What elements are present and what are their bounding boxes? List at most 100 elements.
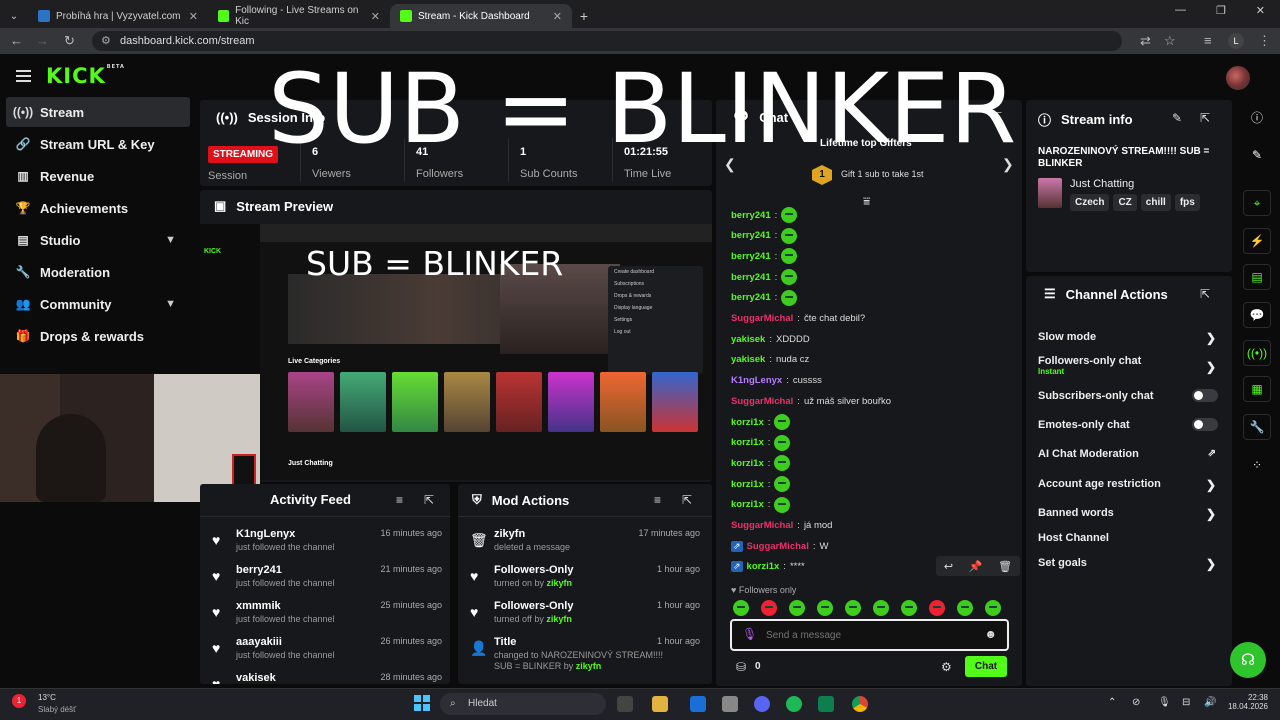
emote[interactable] [733, 600, 749, 616]
chat-username[interactable]: SuggarMichal [747, 541, 809, 552]
taskbar-clock[interactable]: 22:38 18.04.2026 [1224, 693, 1268, 711]
network-icon[interactable]: ⊟ [1182, 697, 1190, 708]
delete-icon[interactable]: 🗑 [998, 560, 1012, 573]
chat-message[interactable]: berry241: [731, 268, 798, 286]
microphone-icon[interactable]: 🎙 [742, 627, 757, 641]
mod-by[interactable]: zikyfn [576, 661, 602, 671]
activity-name[interactable]: vakisek [236, 672, 276, 684]
edit-pencil-icon[interactable]: ✎ [1243, 142, 1271, 168]
weather-temp[interactable]: 13°C [38, 693, 56, 702]
sidebar-item-achievements[interactable]: 🏆 Achievements [6, 193, 190, 223]
filter-icon[interactable]: ≡ [396, 493, 403, 507]
chat-username[interactable]: berry241 [731, 251, 771, 262]
gift-prompt[interactable]: Gift 1 sub to take 1st [841, 169, 924, 179]
chrome-icon[interactable] [852, 696, 868, 712]
new-tab-button[interactable]: + [572, 4, 596, 28]
host-channel-row[interactable]: Host Channel [1038, 532, 1218, 544]
ai-moderation-row[interactable]: AI Chat Moderation ⇗ [1038, 448, 1218, 460]
emote[interactable] [845, 600, 861, 616]
notes-icon[interactable]: ▤ [1243, 264, 1271, 290]
bookmark-star-icon[interactable]: ☆ [1164, 33, 1176, 49]
activity-name[interactable]: K1ngLenyx [236, 528, 295, 540]
translate-icon[interactable]: ⇄ [1140, 33, 1151, 49]
more-actions-icon[interactable]: ⁘ [1243, 452, 1271, 478]
sidebar-item-drops[interactable]: 🎁 Drops & rewards [6, 321, 190, 351]
chat-message[interactable]: korzi1x: [731, 475, 791, 493]
chat-username[interactable]: korzi1x [731, 458, 764, 469]
sidebar-item-revenue[interactable]: ▥ Revenue [6, 161, 190, 191]
broadcast-icon[interactable]: ((•)) [1243, 340, 1271, 366]
emote[interactable] [957, 600, 973, 616]
chat-username[interactable]: SuggarMichal [731, 313, 793, 324]
support-headset-icon[interactable]: ☊ [1230, 642, 1266, 678]
chat-username[interactable]: berry241 [731, 272, 771, 283]
close-icon[interactable]: ✕ [553, 10, 562, 23]
sidebar-item-studio[interactable]: ▤ Studio ▼ [6, 225, 190, 255]
settings-gear-icon[interactable]: ⚙ [941, 660, 952, 674]
chat-message[interactable]: SuggarMichal: čte chat debil? [731, 310, 865, 328]
task-view-icon[interactable] [617, 696, 633, 712]
popout-icon[interactable]: ⇱ [1200, 287, 1210, 301]
close-icon[interactable]: ✕ [189, 10, 198, 23]
chat-message-input[interactable] [766, 627, 976, 643]
maximize-icon[interactable]: ❐ [1216, 4, 1226, 17]
popout-icon[interactable]: ⇱ [682, 493, 692, 507]
chat-message[interactable]: korzi1x: [731, 496, 791, 514]
file-explorer-icon[interactable] [652, 696, 668, 712]
chat-username[interactable]: korzi1x [731, 417, 764, 428]
emotes-only-toggle[interactable] [1192, 418, 1218, 431]
info-icon[interactable]: ⓘ [1243, 104, 1271, 130]
emote[interactable] [929, 600, 945, 616]
microphone-icon[interactable]: 🎙 [1158, 697, 1171, 708]
chat-username[interactable]: SuggarMichal [731, 520, 793, 531]
activity-name[interactable]: xmmmik [236, 600, 281, 612]
emote[interactable] [901, 600, 917, 616]
volume-icon[interactable]: 🔊 [1204, 697, 1216, 708]
taskbar-search-box[interactable]: ⌕ Hledat [440, 693, 606, 715]
wrench-icon[interactable]: 🔧 [1243, 414, 1271, 440]
chat-message[interactable]: berry241: [731, 289, 798, 307]
chat-username[interactable]: korzi1x [731, 499, 764, 510]
filter-icon[interactable]: ≡ [654, 493, 661, 507]
tray-app-icon[interactable]: ⊘ [1132, 697, 1140, 708]
chat-username[interactable]: korzi1x [731, 479, 764, 490]
emote[interactable] [817, 600, 833, 616]
emote[interactable] [873, 600, 889, 616]
tag-pill[interactable]: fps [1174, 194, 1200, 211]
chat-message[interactable]: korzi1x: [731, 434, 791, 452]
hamburger-menu-icon[interactable] [16, 70, 31, 82]
emoji-icon[interactable]: ☻ [984, 627, 997, 641]
app-icon[interactable] [722, 696, 738, 712]
minimize-icon[interactable]: — [1175, 4, 1186, 17]
extensions-icon[interactable]: ≡ [1204, 33, 1212, 48]
points-icon[interactable]: ⛁ [736, 660, 746, 674]
chat-message[interactable]: yakisek: nuda cz [731, 351, 809, 369]
lightning-icon[interactable]: ⚡ [1243, 228, 1271, 254]
stream-preview-video[interactable]: KICK Create dashboard Subscriptions Drop… [200, 224, 712, 480]
url-field[interactable]: ⚙ dashboard.kick.com/stream [92, 31, 1122, 51]
chat-username[interactable]: korzi1x [731, 437, 764, 448]
emote[interactable] [789, 600, 805, 616]
chat-message[interactable]: ⇗ korzi1x: **** [731, 558, 805, 576]
tag-pill[interactable]: chill [1140, 194, 1171, 211]
chat-message[interactable]: berry241: [731, 206, 798, 224]
chat-username[interactable]: korzi1x [747, 561, 780, 572]
collapse-icon[interactable]: ⩸ [863, 194, 870, 209]
sidebar-item-stream-url[interactable]: 🔗 Stream URL & Key [6, 129, 190, 159]
banned-words-row[interactable]: Banned words ❯ [1038, 507, 1218, 521]
set-goals-row[interactable]: Set goals ❯ [1038, 557, 1218, 571]
chat-username[interactable]: yakisek [731, 354, 765, 365]
account-age-row[interactable]: Account age restriction ❯ [1038, 478, 1218, 492]
sidebar-item-stream[interactable]: ((•)) Stream [6, 97, 190, 127]
chat-username[interactable]: SuggarMichal [731, 396, 793, 407]
reply-icon[interactable]: ↩ [944, 560, 953, 573]
windows-start-icon[interactable] [414, 695, 430, 711]
edit-pencil-icon[interactable]: ✎ [1172, 111, 1182, 125]
tag-pill[interactable]: CZ [1113, 194, 1137, 211]
discord-icon[interactable] [754, 696, 770, 712]
spotify-icon[interactable] [786, 696, 802, 712]
close-window-icon[interactable]: ✕ [1256, 4, 1265, 17]
chat-message[interactable]: berry241: [731, 247, 798, 265]
tag-pill[interactable]: Czech [1070, 194, 1110, 211]
mod-by[interactable]: zikyfn [546, 614, 572, 624]
